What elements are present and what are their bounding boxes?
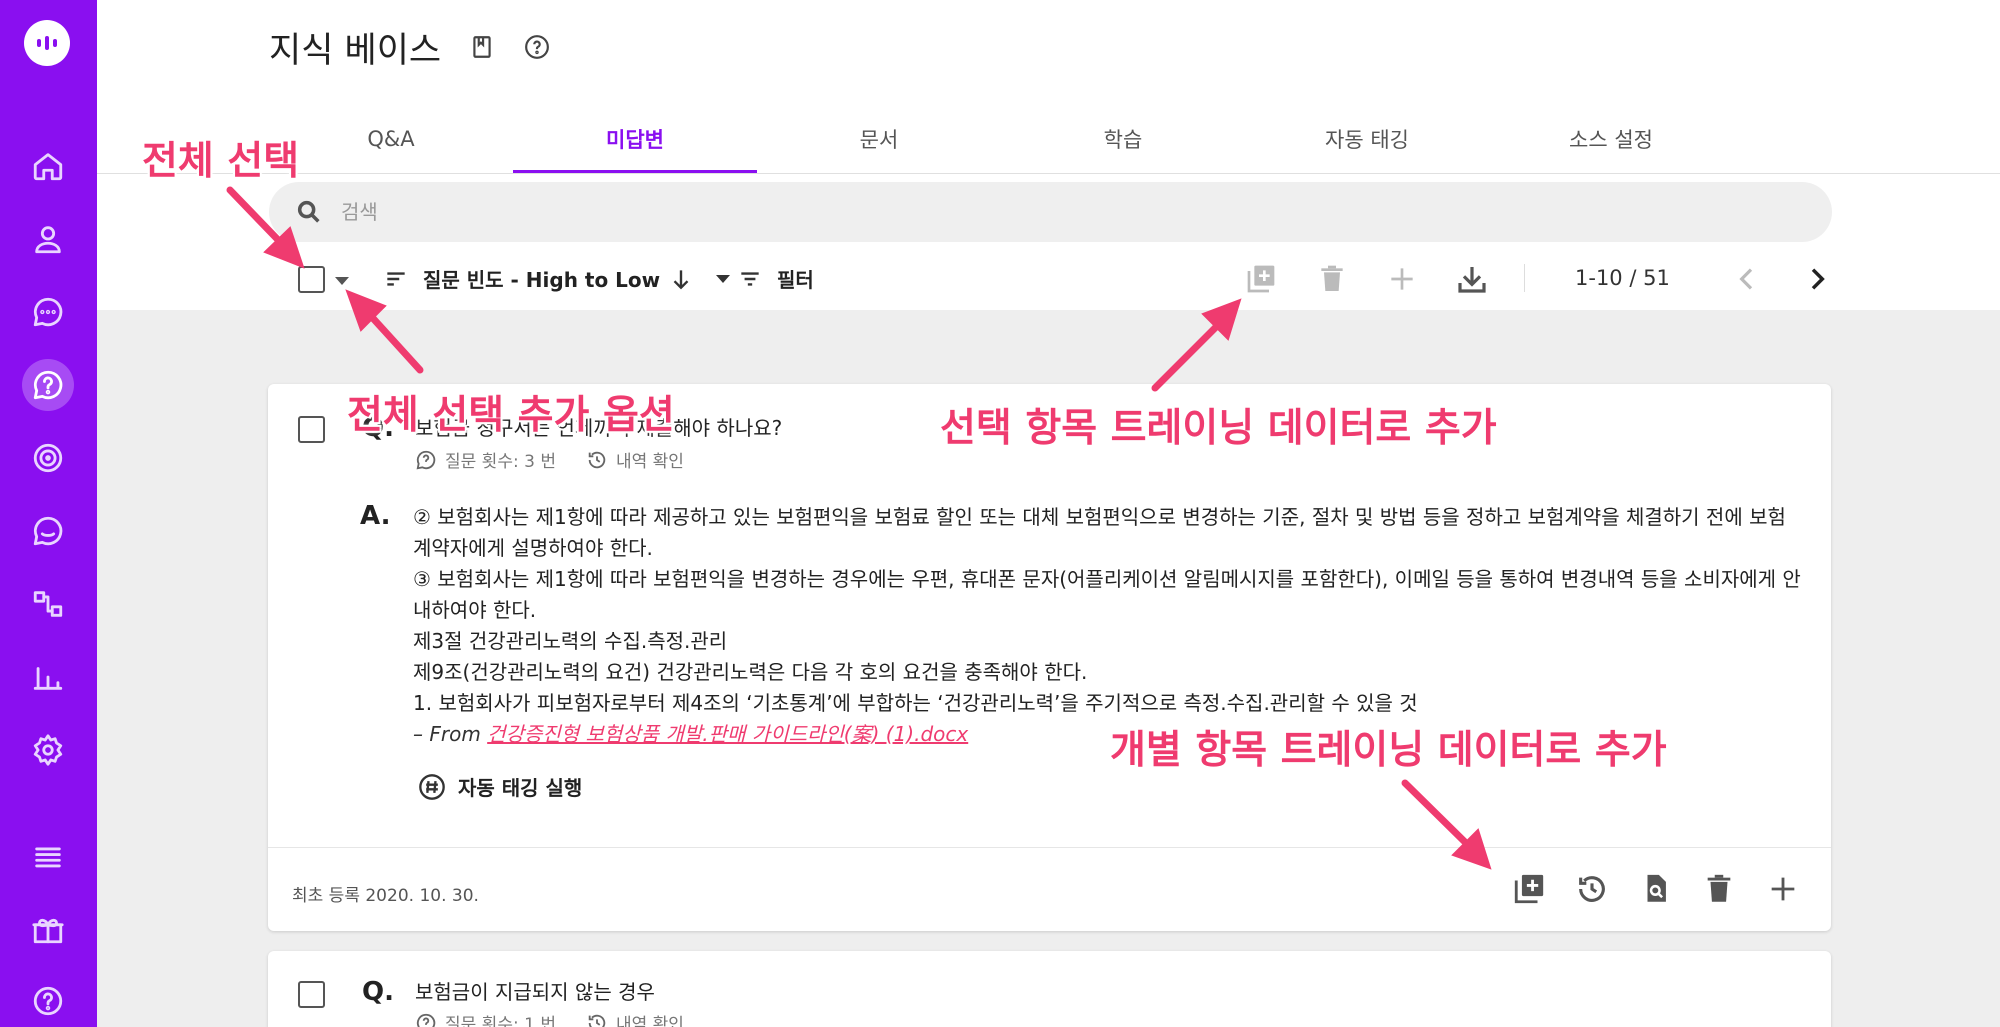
answer-line: ③ 보험회사는 제1항에 따라 보험편익을 변경하는 경우에는 우편, 휴대폰 … (413, 567, 1801, 622)
q-mark: Q. (362, 977, 394, 1007)
source-document-link[interactable]: 건강증진형 보험상품 개발.판매 가이드라인(案) (1).docx (487, 722, 968, 746)
annotation-select-all-options: 전체 선택 추가 옵션 (347, 393, 675, 438)
nav-question-icon[interactable] (22, 359, 74, 411)
annotation-add-single-training: 개별 항목 트레이닝 데이터로 추가 (1110, 728, 1667, 773)
nav-settings-icon[interactable] (22, 724, 74, 776)
add-to-training-icon[interactable] (1512, 872, 1548, 908)
tabs-divider (97, 173, 2000, 174)
arrow-add-selected (1151, 321, 1222, 392)
pagination-range: 1-10 / 51 (1575, 266, 1670, 290)
card-divider (268, 847, 1831, 848)
history-link[interactable]: 내역 확인 (616, 447, 684, 472)
question-count-icon (416, 450, 436, 469)
nav-gift-icon[interactable] (22, 903, 74, 955)
sort-label: 질문 빈도 - High to Low (423, 268, 661, 292)
logo-bars-icon (37, 36, 57, 50)
delete-icon[interactable] (1702, 872, 1738, 908)
filter-icon (741, 271, 759, 286)
question-card: Q. 보험금 청구서는 언제까지 제출해야 하나요? 질문 횟수: 3 번 내역… (268, 384, 1831, 931)
question-meta: 질문 횟수: 1 번 내역 확인 (415, 1010, 684, 1027)
toolbar-divider (1524, 264, 1525, 292)
list-toolbar: 질문 빈도 - High to Low 필터 1-10 / 51 (97, 250, 2000, 310)
bookmark-icon[interactable] (469, 34, 495, 60)
tab-learning[interactable]: 학습 (1001, 105, 1245, 173)
page-title: 지식 베이스 (269, 31, 442, 71)
answer-line: 1. 보험회사가 피보험자로부터 제4조의 ‘기초통계’에 부합하는 ‘건강관리… (413, 691, 1418, 715)
history-icon[interactable] (1575, 872, 1611, 908)
history-link[interactable]: 내역 확인 (616, 1010, 684, 1027)
nav-target-icon[interactable] (22, 432, 74, 484)
history-icon (588, 1014, 606, 1027)
chevron-right-icon[interactable] (1800, 262, 1834, 296)
filter-label: 필터 (777, 268, 814, 292)
add-selected-to-training-icon[interactable] (1244, 262, 1278, 296)
find-in-page-icon[interactable] (1639, 872, 1675, 908)
ask-count: 질문 횟수: 1 번 (445, 1015, 556, 1027)
sidebar (0, 0, 97, 1027)
nav-flow-icon[interactable] (22, 578, 74, 630)
card-checkbox[interactable] (298, 981, 325, 1008)
sort-dropdown[interactable]: 질문 빈도 - High to Low (383, 264, 731, 293)
a-mark: A. (360, 501, 391, 531)
question-count-icon (416, 1013, 436, 1027)
nav-search-chat-icon[interactable] (22, 505, 74, 557)
select-all-options-dropdown[interactable] (335, 277, 349, 285)
filter-button[interactable]: 필터 (737, 264, 814, 293)
annotation-add-selected-training: 선택 항목 트레이닝 데이터로 추가 (940, 406, 1497, 451)
run-auto-tagging-button[interactable]: 자동 태깅 실행 (418, 772, 582, 801)
answer-text: ② 보험회사는 제1항에 따라 제공하고 있는 보험편익을 보험료 할인 또는 … (413, 502, 1803, 750)
page-header: 지식 베이스 Q&A 미답변 문서 학습 자동 태깅 소스 설정 질문 빈도 -… (97, 0, 2000, 310)
chevron-down-icon (716, 274, 731, 283)
autotag-label: 자동 태깅 실행 (458, 776, 583, 800)
answer-line: 제9조(건강관리노력의 요건) 건강관리노력은 다음 각 호의 요건을 충족해야… (413, 660, 1088, 684)
tab-documents[interactable]: 문서 (757, 105, 1001, 173)
hashtag-icon (419, 773, 445, 800)
tab-bar: Q&A 미답변 문서 학습 자동 태깅 소스 설정 (269, 105, 1733, 173)
sort-icon (387, 271, 405, 286)
tab-qna[interactable]: Q&A (269, 105, 513, 173)
ask-count: 질문 횟수: 3 번 (445, 452, 556, 472)
card-checkbox[interactable] (298, 416, 325, 443)
nav-bar-chart-icon[interactable] (22, 651, 74, 703)
question-meta: 질문 횟수: 3 번 내역 확인 (415, 447, 684, 472)
tab-unanswered[interactable]: 미답변 (513, 105, 757, 173)
history-icon (588, 451, 606, 468)
answer-line: 제3절 건강관리노력의 수집.측정.관리 (413, 629, 728, 653)
chevron-left-icon[interactable] (1730, 262, 1764, 296)
app-logo[interactable] (24, 20, 70, 66)
download-icon[interactable] (1455, 262, 1489, 296)
tab-source-settings[interactable]: 소스 설정 (1489, 105, 1733, 173)
question-text: 보험금이 지급되지 않는 경우 (415, 980, 655, 1004)
search-icon (297, 200, 320, 223)
delete-selected-icon[interactable] (1315, 262, 1349, 296)
answer-line: ② 보험회사는 제1항에 따라 제공하고 있는 보험편익을 보험료 할인 또는 … (413, 505, 1786, 560)
add-icon[interactable] (1385, 262, 1419, 296)
search-input[interactable] (341, 200, 1741, 224)
nav-home-icon[interactable] (22, 140, 74, 192)
from-prefix: – From (413, 722, 488, 746)
add-icon[interactable] (1766, 872, 1802, 908)
arrow-down-icon (673, 269, 689, 289)
arrow-select-all-options (366, 311, 424, 374)
tab-auto-tagging[interactable]: 자동 태깅 (1245, 105, 1489, 173)
annotation-select-all: 전체 선택 (142, 139, 300, 184)
search-bar (269, 182, 1832, 242)
question-card: Q. 보험금이 지급되지 않는 경우 질문 횟수: 1 번 내역 확인 (268, 951, 1831, 1027)
help-icon[interactable] (524, 34, 550, 60)
registered-date: 최초 등록 2020. 10. 30. (292, 886, 479, 906)
select-all-checkbox[interactable] (298, 266, 325, 293)
nav-menu-icon[interactable] (22, 830, 74, 882)
nav-user-icon[interactable] (22, 213, 74, 265)
nav-chat-icon[interactable] (22, 286, 74, 338)
nav-help-icon[interactable] (22, 975, 74, 1027)
